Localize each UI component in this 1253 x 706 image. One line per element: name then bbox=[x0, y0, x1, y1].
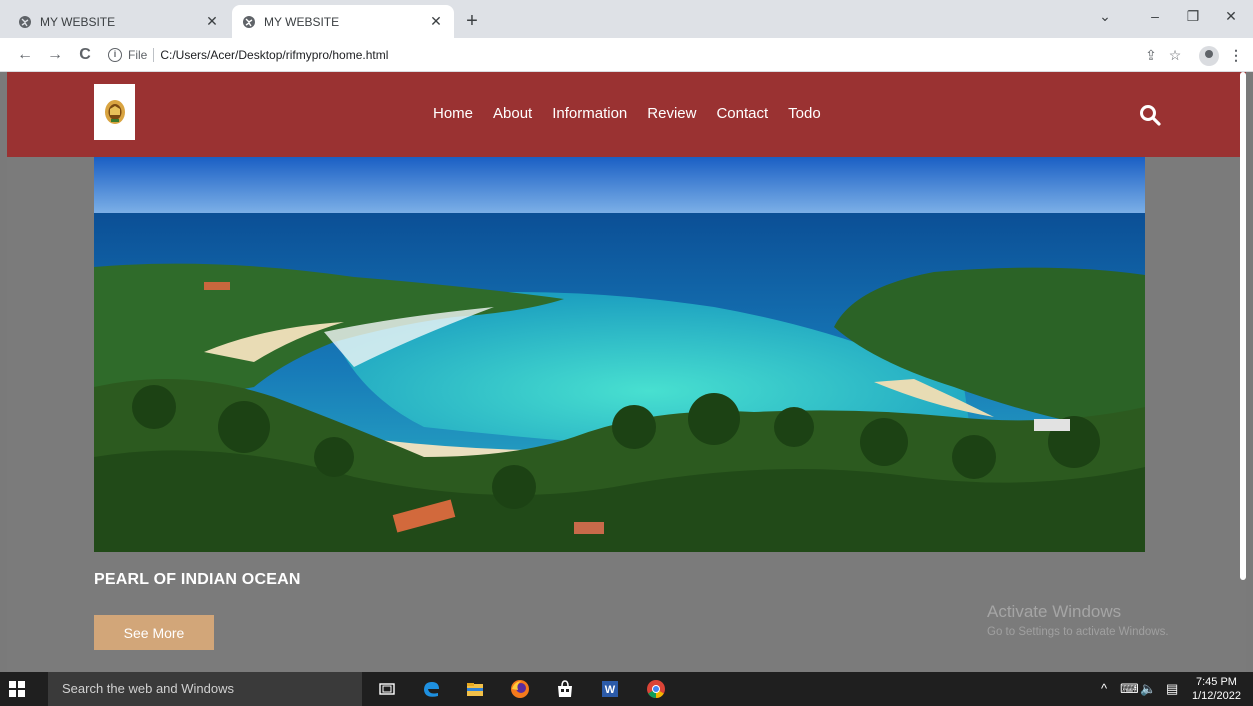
notifications-icon[interactable]: ▤ bbox=[1166, 681, 1178, 697]
minimize-button[interactable]: – bbox=[1143, 8, 1167, 24]
main-nav: Home About Information Review Contact To… bbox=[433, 105, 841, 122]
tab-search-chevron-icon[interactable]: ⌄ bbox=[1093, 8, 1117, 25]
nav-information-link[interactable]: Information bbox=[552, 105, 627, 122]
nav-todo-link[interactable]: Todo bbox=[788, 105, 821, 122]
site-navbar: Home About Information Review Contact To… bbox=[7, 72, 1246, 157]
nav-contact-link[interactable]: Contact bbox=[716, 105, 768, 122]
browser-tabstrip: MY WEBSITE ✕ MY WEBSITE ✕ + ⌄ – ❐ ✕ bbox=[0, 0, 1253, 38]
bookmark-star-icon[interactable]: ☆ bbox=[1165, 46, 1185, 64]
hero-caption: PEARL OF INDIAN OCEAN bbox=[94, 571, 301, 588]
new-tab-button[interactable]: + bbox=[460, 9, 484, 33]
volume-icon[interactable]: 🔈 bbox=[1140, 681, 1156, 697]
share-icon[interactable]: ⇪ bbox=[1141, 46, 1161, 64]
watermark-title: Activate Windows bbox=[987, 602, 1122, 621]
nav-about-link[interactable]: About bbox=[493, 105, 532, 122]
address-bar[interactable]: i File C:/Users/Acer/Desktop/rifmypro/ho… bbox=[108, 43, 1108, 67]
tab-title: MY WEBSITE bbox=[40, 14, 116, 29]
browser-tab-2[interactable]: MY WEBSITE ✕ bbox=[232, 5, 454, 38]
clock-time: 7:45 PM bbox=[1195, 676, 1237, 688]
address-url[interactable]: C:/Users/Acer/Desktop/rifmypro/home.html bbox=[160, 48, 388, 62]
globe-icon bbox=[19, 15, 31, 28]
forward-arrow-icon[interactable]: → bbox=[45, 45, 65, 65]
browser-toolbar: ← → C i File C:/Users/Acer/Desktop/rifmy… bbox=[0, 38, 1253, 72]
firefox-icon[interactable] bbox=[509, 678, 531, 700]
watermark-subtitle: Go to Settings to activate Windows. bbox=[987, 626, 1169, 638]
network-icon[interactable]: ⌨ bbox=[1120, 681, 1139, 697]
restore-button[interactable]: ❐ bbox=[1181, 8, 1205, 25]
browser-tab-1[interactable]: MY WEBSITE ✕ bbox=[8, 5, 230, 38]
taskbar-clock[interactable]: 7:45 PM 1/12/2022 bbox=[1192, 675, 1241, 703]
nav-home-link[interactable]: Home bbox=[433, 105, 473, 122]
task-view-icon[interactable] bbox=[376, 678, 398, 700]
site-logo[interactable] bbox=[94, 84, 135, 140]
page-scrollbar[interactable] bbox=[1240, 72, 1246, 580]
close-tab-icon[interactable]: ✕ bbox=[428, 13, 444, 30]
info-icon[interactable]: i bbox=[108, 48, 122, 62]
close-window-button[interactable]: ✕ bbox=[1219, 8, 1243, 25]
globe-icon bbox=[243, 15, 255, 28]
beach-bay-illustration bbox=[94, 157, 1145, 552]
clock-date: 1/12/2022 bbox=[1192, 690, 1241, 702]
search-icon[interactable] bbox=[1139, 104, 1161, 126]
emblem-icon bbox=[104, 100, 125, 124]
page-viewport: Home About Information Review Contact To… bbox=[7, 72, 1246, 672]
tab-title: MY WEBSITE bbox=[264, 14, 340, 29]
hero-image bbox=[94, 157, 1145, 552]
back-arrow-icon[interactable]: ← bbox=[15, 45, 35, 65]
see-more-button[interactable]: See More bbox=[94, 615, 214, 650]
windows-taskbar: Search the web and Windows W ^ ⌨ 🔈 ▤ 7:4… bbox=[0, 672, 1253, 706]
show-hidden-icons-chevron-icon[interactable]: ^ bbox=[1101, 681, 1107, 697]
store-icon[interactable] bbox=[554, 678, 576, 700]
file-scheme-label: File bbox=[128, 48, 148, 62]
word-icon[interactable]: W bbox=[599, 678, 621, 700]
menu-kebab-icon[interactable]: ⋮ bbox=[1226, 46, 1246, 64]
windows-start-icon[interactable] bbox=[9, 681, 25, 697]
nav-review-link[interactable]: Review bbox=[647, 105, 696, 122]
chrome-icon[interactable] bbox=[645, 678, 667, 700]
file-explorer-icon[interactable] bbox=[464, 678, 486, 700]
close-tab-icon[interactable]: ✕ bbox=[204, 13, 220, 30]
svg-text:W: W bbox=[605, 684, 616, 696]
activate-windows-watermark: Activate Windows Go to Settings to activ… bbox=[987, 602, 1169, 638]
address-separator bbox=[153, 48, 155, 62]
edge-browser-icon[interactable] bbox=[420, 678, 442, 700]
profile-avatar[interactable] bbox=[1199, 46, 1219, 66]
reload-icon[interactable]: C bbox=[75, 45, 95, 65]
taskbar-search-input[interactable]: Search the web and Windows bbox=[48, 672, 362, 706]
